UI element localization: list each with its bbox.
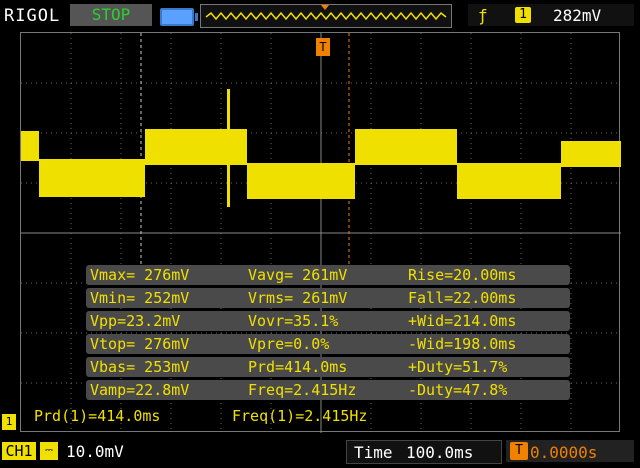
vertical-scale[interactable]: 10.0mV [66,442,124,461]
measurement-vmax: Vmax= 276mV [90,266,190,284]
measurement-row: Vamp=22.8mV Freq=2.415Hz -Duty=47.8% [86,380,570,400]
measurement-row: Vbas= 253mV Prd=414.0ms +Duty=51.7% [86,357,570,377]
measurement-neg-duty: -Duty=47.8% [408,381,508,399]
trigger-level: 282mV [553,6,602,25]
measurement-vamp: Vamp=22.8mV [90,381,190,399]
memory-depth-strip [200,4,452,28]
measurement-rise: Rise=20.00ms [408,266,517,284]
trigger-offset-value[interactable]: 0.0000s [530,443,597,462]
time-scale[interactable]: 100.0ms [406,443,473,462]
trigger-channel-badge[interactable]: 1 [515,7,531,23]
trigger-position-marker[interactable]: T [316,38,330,56]
measurement-table: Vmax= 276mV Vavg= 261mV Rise=20.00ms Vmi… [86,265,570,401]
ground-level-marker[interactable]: 1 [2,414,16,430]
battery-icon [160,8,198,26]
measurement-vbas: Vbas= 253mV [90,358,190,376]
channel1-button[interactable]: CH1 [2,442,36,460]
memory-wave-icon [205,5,447,21]
measurement-vtop: Vtop= 276mV [90,335,190,353]
measurement-pos-duty: +Duty=51.7% [408,358,508,376]
measurement-vovr: Vovr=35.1% [248,312,339,330]
time-label: Time [354,443,393,462]
measurement-row: Vmin= 252mV Vrms= 261mV Fall=22.00ms [86,288,570,308]
trigger-info-box [468,4,634,26]
trigger-offset-icon: T [510,442,528,460]
measurement-vpre: Vpre=0.0% [248,335,330,353]
brand-logo: RIGOL [4,6,61,26]
frequency-readout: Freq(1)=2.415Hz [232,407,368,425]
measurement-vrms: Vrms= 261mV [248,289,348,307]
measurement-pos-width: +Wid=214.0ms [408,312,517,330]
measurement-vavg: Vavg= 261mV [248,266,348,284]
measurement-frequency: Freq=2.415Hz [248,381,357,399]
period-readout: Prd(1)=414.0ms [34,407,161,425]
dc-coupling-icon: ⎓ [40,442,58,460]
measurement-row: Vtop= 276mV Vpre=0.0% -Wid=198.0ms [86,334,570,354]
measurement-row: Vmax= 276mV Vavg= 261mV Rise=20.00ms [86,265,570,285]
measurement-vmin: Vmin= 252mV [90,289,190,307]
measurement-vpp: Vpp=23.2mV [90,312,181,330]
measurement-period: Prd=414.0ms [248,358,348,376]
run-stop-status[interactable]: STOP [70,4,152,26]
measurement-fall: Fall=22.00ms [408,289,517,307]
measurement-row: Vpp=23.2mV Vovr=35.1% +Wid=214.0ms [86,311,570,331]
measurement-neg-width: -Wid=198.0ms [408,335,517,353]
rising-edge-icon[interactable]: ƒ [478,6,488,25]
